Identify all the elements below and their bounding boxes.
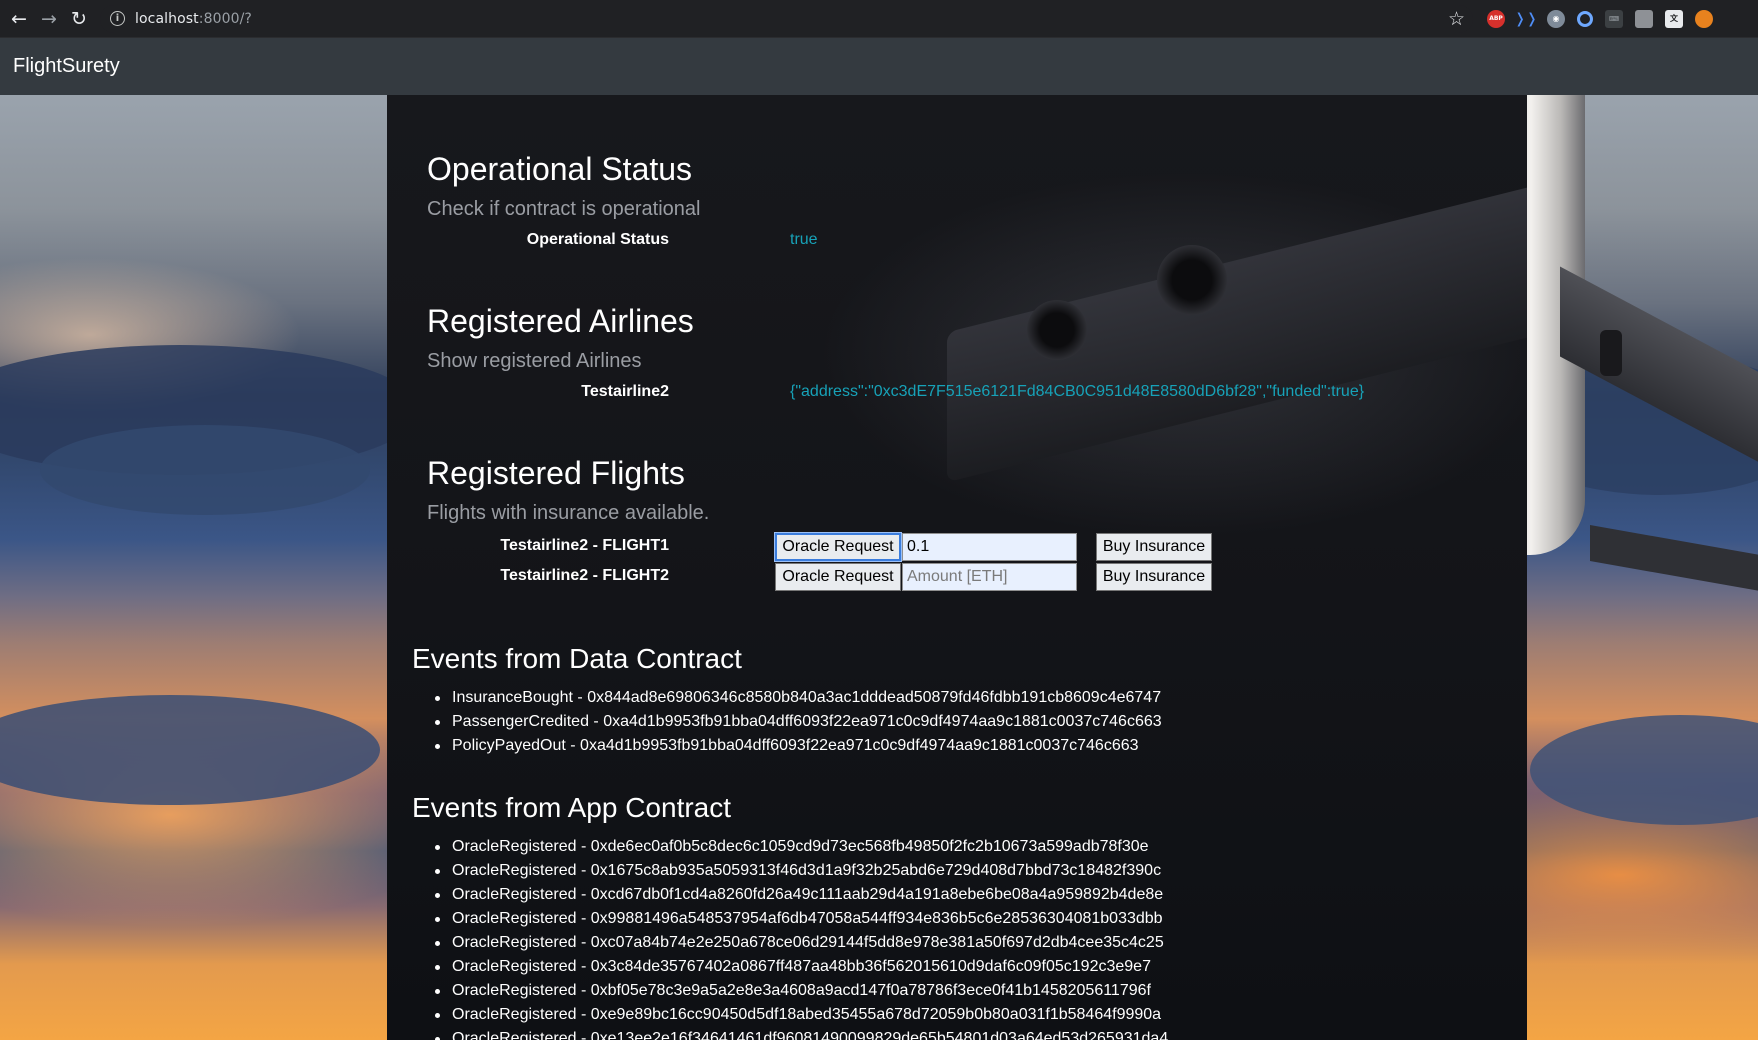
event-list-item: OracleRegistered - 0x3c84de35767402a0867… (435, 955, 1512, 979)
operational-status-label: Operational Status (526, 231, 669, 248)
event-list-item: InsuranceBought - 0x844ad8e69806346c8580… (435, 686, 1512, 710)
keyboard-extension-icon[interactable]: ⌨ (1605, 9, 1623, 28)
owl-extension-icon[interactable]: ◉ (1547, 9, 1565, 28)
buy-insurance-button[interactable]: Buy Insurance (1096, 563, 1212, 591)
info-icon[interactable]: i (110, 11, 125, 26)
event-list-item: OracleRegistered - 0xbf05e78c3e9a5a2e8e3… (435, 979, 1512, 1003)
event-list-item: OracleRegistered - 0xcd67db0f1cd4a8260fd… (435, 883, 1512, 907)
airline-details-value: {"address":"0xc3dE7F515e6121Fd84CB0C951d… (790, 383, 1365, 400)
extensions-bar: ABP ❭❭ ◉ ⌨ 文 (1481, 9, 1719, 28)
metamask-fox-icon[interactable] (1695, 9, 1713, 28)
url-port-path: :8000/? (198, 10, 252, 27)
forward-arrow-icon[interactable]: → (34, 4, 64, 34)
reload-icon[interactable]: ↻ (64, 4, 94, 34)
registered-flights-title: Registered Flights (427, 455, 685, 491)
operational-status-subtitle: Check if contract is operational (427, 198, 701, 220)
url-text[interactable]: localhost:8000/? (135, 11, 252, 27)
oracle-request-button[interactable]: Oracle Request (775, 563, 901, 591)
event-list-item: OracleRegistered - 0xe9e89bc16cc90450d5d… (435, 1003, 1512, 1027)
buy-insurance-button[interactable]: Buy Insurance (1096, 533, 1212, 561)
operational-status-value: true (790, 231, 818, 248)
app-contract-events-list: OracleRegistered - 0xde6ec0af0b5c8dec6c1… (412, 835, 1512, 1040)
event-list-item: OracleRegistered - 0x1675c8ab935a5059313… (435, 859, 1512, 883)
back-arrow-icon[interactable]: ← (4, 4, 34, 34)
data-contract-events-title: Events from Data Contract (412, 643, 742, 674)
main-content-panel: Operational Status Check if contract is … (387, 95, 1527, 1040)
wave-extension-icon[interactable]: ❭❭ (1514, 10, 1537, 28)
event-list-item: PassengerCredited - 0xa4d1b9953fb91bba04… (435, 710, 1512, 734)
registered-airlines-subtitle: Show registered Airlines (427, 350, 642, 372)
event-list-item: OracleRegistered - 0xe13ee2e16f34641461d… (435, 1027, 1512, 1040)
registered-flights-subtitle: Flights with insurance available. (427, 502, 710, 524)
flight-label: Testairline2 - FLIGHT1 (500, 537, 669, 554)
translate-extension-icon[interactable]: 文 (1665, 9, 1683, 28)
operational-status-title: Operational Status (427, 151, 693, 187)
ring-extension-icon[interactable] (1577, 10, 1593, 27)
address-bar[interactable]: i localhost:8000/? ☆ (100, 4, 1473, 33)
event-list-item: PolicyPayedOut - 0xa4d1b9953fb91bba04dff… (435, 734, 1512, 758)
event-list-item: OracleRegistered - 0xc07a84b74e2e250a678… (435, 931, 1512, 955)
url-host: localhost (135, 10, 199, 27)
adblock-icon[interactable]: ABP (1487, 9, 1505, 28)
amount-input[interactable] (902, 563, 1077, 591)
amount-input[interactable] (902, 533, 1077, 561)
airline-name-label: Testairline2 (581, 383, 669, 400)
app-contract-events-title: Events from App Contract (412, 792, 732, 823)
brand-title[interactable]: FlightSurety (13, 55, 120, 78)
browser-toolbar: ← → ↻ i localhost:8000/? ☆ ABP ❭❭ ◉ ⌨ 文 (0, 0, 1758, 38)
flight-row: Testairline2 - FLIGHT2 Oracle Request Bu… (427, 563, 1487, 591)
flight-row: Testairline2 - FLIGHT1 Oracle Request Bu… (427, 532, 1487, 562)
flight-label: Testairline2 - FLIGHT2 (500, 567, 669, 584)
documents-extension-icon[interactable] (1635, 9, 1653, 28)
event-list-item: OracleRegistered - 0xde6ec0af0b5c8dec6c1… (435, 835, 1512, 859)
data-contract-events-list: InsuranceBought - 0x844ad8e69806346c8580… (412, 686, 1512, 758)
app-navbar: FlightSurety (0, 38, 1758, 95)
registered-airlines-title: Registered Airlines (427, 303, 694, 339)
app-contract-events-section: Events from App Contract OracleRegistere… (412, 791, 1512, 1040)
data-contract-events-section: Events from Data Contract InsuranceBough… (412, 642, 1512, 758)
bookmark-star-icon[interactable]: ☆ (1448, 8, 1465, 30)
oracle-request-button[interactable]: Oracle Request (774, 532, 902, 562)
event-list-item: OracleRegistered - 0x99881496a548537954a… (435, 907, 1512, 931)
